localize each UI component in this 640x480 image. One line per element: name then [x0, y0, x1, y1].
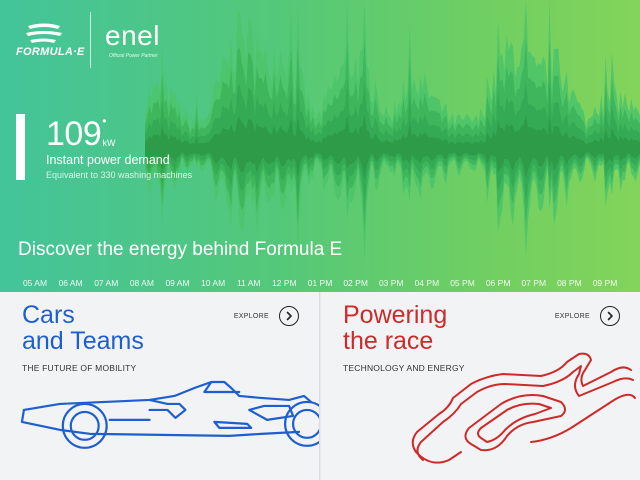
time-axis: 05 AM 06 AM 07 AM 08 AM 09 AM 10 AM 11 AM 12 PM…: [0, 278, 640, 292]
power-card-subtitle: TECHNOLOGY AND ENERGY: [343, 363, 465, 373]
cars-card-subtitle: THE FUTURE OF MOBILITY: [22, 363, 137, 373]
powering-the-race-card[interactable]: Powering the race TECHNOLOGY AND ENERGY …: [321, 292, 640, 480]
time-tick: 05 AM: [22, 278, 48, 288]
power-value: 109: [46, 115, 102, 153]
formula-e-logo[interactable]: FORMULA·E: [16, 22, 84, 58]
time-tick: 07 AM: [94, 278, 119, 288]
logo-divider: [90, 12, 91, 68]
time-tick: 06 PM: [485, 278, 511, 288]
power-level-bar: [16, 114, 25, 180]
power-label: Instant power demand: [46, 153, 170, 167]
time-tick: 07 PM: [521, 278, 547, 288]
explore-label: EXPLORE: [233, 312, 269, 320]
cars-card-title-line1: Cars: [22, 301, 75, 329]
enel-wordmark: enel: [105, 20, 160, 51]
time-tick: 02 PM: [343, 278, 368, 288]
formula-e-mark-icon: [26, 23, 62, 43]
time-tick: 08 AM: [129, 278, 154, 288]
time-tick: 11 AM: [237, 278, 261, 288]
time-tick: 09 AM: [165, 278, 190, 288]
hero-headline: Discover the energy behind Formula E: [18, 239, 343, 260]
time-tick: 09 PM: [592, 278, 618, 288]
cars-card-title: Cars and Teams: [22, 302, 144, 354]
energy-hero: FORMULA·E enel Official Power Partner 10…: [0, 0, 640, 292]
power-equivalent: Equivalent to 330 washing machines: [46, 170, 193, 180]
time-tick: 01 PM: [307, 278, 333, 288]
partner-logos: FORMULA·E enel Official Power Partner: [16, 12, 160, 68]
enel-tagline: Official Power Partner: [109, 53, 158, 59]
time-tick: 12 PM: [272, 278, 297, 288]
time-tick: 10 AM: [201, 278, 226, 288]
cars-explore-button[interactable]: EXPLORE: [234, 306, 299, 326]
power-unit: kW: [102, 138, 116, 148]
time-tick: 08 PM: [557, 278, 582, 288]
cars-card-title-line2: and Teams: [22, 327, 144, 355]
enel-logo[interactable]: enel Official Power Partner: [105, 20, 160, 60]
power-readout: 109 • kW Instant power demand Equivalent…: [46, 114, 193, 180]
formula-e-wordmark: FORMULA·E: [16, 46, 85, 58]
cars-and-teams-card[interactable]: Cars and Teams THE FUTURE OF MOBILITY EX…: [0, 292, 320, 480]
chevron-right-icon: [600, 306, 620, 326]
explore-label: EXPLORE: [554, 312, 590, 320]
time-tick: 06 AM: [58, 278, 83, 288]
time-tick: 05 PM: [450, 278, 475, 288]
power-card-title: Powering the race: [343, 302, 447, 354]
live-dot-icon: •: [102, 114, 107, 128]
time-tick: 04 PM: [414, 278, 440, 288]
chevron-right-icon: [279, 306, 299, 326]
power-card-title-line1: Powering: [343, 301, 448, 329]
time-tick: 03 PM: [378, 278, 404, 288]
power-card-title-line2: the race: [343, 327, 434, 355]
power-explore-button[interactable]: EXPLORE: [555, 306, 620, 326]
